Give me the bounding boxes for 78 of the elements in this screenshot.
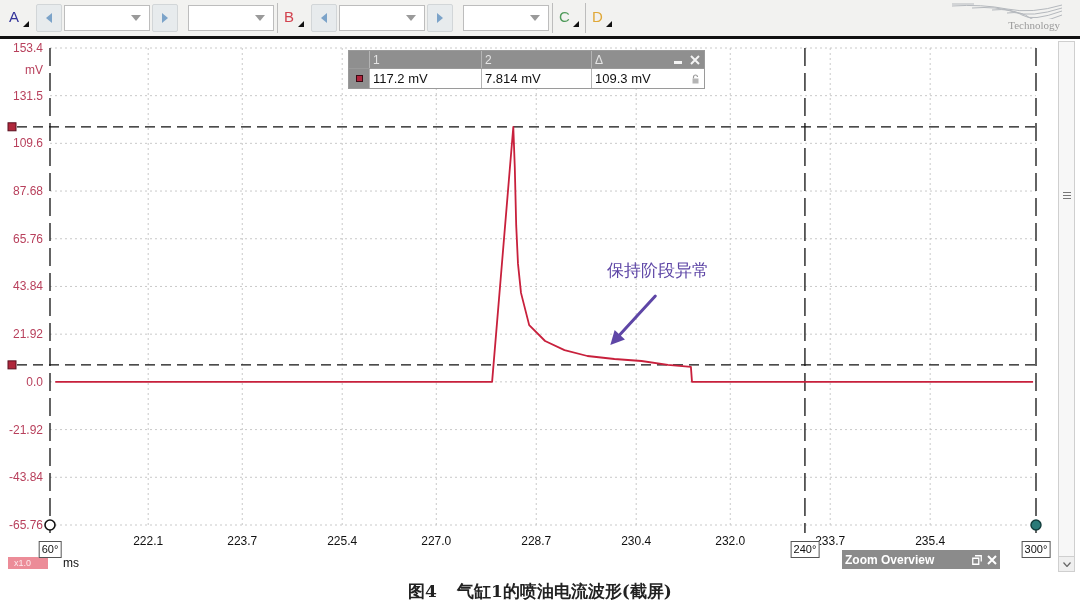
x-axis-label: 227.0 <box>421 534 452 548</box>
y-axis-label: 87.68 <box>11 184 43 199</box>
dropdown[interactable] <box>188 5 274 31</box>
annotation-arrow <box>610 294 657 346</box>
table-cell: 117.2 mV <box>373 70 428 87</box>
caret-icon <box>406 15 416 21</box>
ruler-angle-label: 60° <box>38 541 62 558</box>
ruler-line[interactable] <box>1035 47 1037 534</box>
figure-caption: 气缸1的喷油电流波形(截屏) <box>456 579 672 602</box>
zoom-factor-label: x1.0 <box>8 557 48 569</box>
previous-button[interactable] <box>36 4 62 32</box>
ruler-line[interactable] <box>804 47 806 534</box>
ruler-handle-icon[interactable] <box>1030 519 1042 531</box>
table-header: 2 <box>485 52 492 67</box>
y-axis-label: -21.92 <box>7 422 43 437</box>
wave-lines-icon <box>952 3 1062 19</box>
y-axis-unit: mV <box>24 63 43 77</box>
x-axis-label: 228.7 <box>521 534 552 548</box>
y-axis-label: 109.6 <box>11 136 43 151</box>
next-button[interactable] <box>427 4 453 32</box>
zoom-overview-bar[interactable]: Zoom Overview <box>842 550 1000 569</box>
caret-icon <box>573 21 579 27</box>
y-axis-label: 65.76 <box>11 231 43 246</box>
table-cell: 109.3 mV <box>595 70 651 87</box>
table-header: 1 <box>373 52 380 67</box>
y-axis-label: 21.92 <box>11 327 43 342</box>
dropdown[interactable] <box>463 5 549 31</box>
y-axis-label: 0.0 <box>25 374 43 389</box>
y-axis-label: -65.76 <box>7 518 43 532</box>
figure-label: 图4 <box>408 579 437 602</box>
dropdown[interactable] <box>64 5 150 31</box>
caret-icon <box>255 15 265 21</box>
channel-button[interactable]: B <box>281 4 307 32</box>
y-axis-label: 131.5 <box>11 88 43 103</box>
dropdown[interactable] <box>339 5 425 31</box>
triangle-left-icon <box>46 13 52 23</box>
ruler-marker-icon[interactable] <box>7 360 17 370</box>
caret-icon <box>606 21 612 27</box>
triangle-left-icon <box>321 13 327 23</box>
close-icon[interactable] <box>690 54 700 65</box>
ruler-angle-label: 300° <box>1021 541 1051 558</box>
x-axis-label: 235.4 <box>915 534 946 548</box>
caret-icon <box>131 15 141 21</box>
y-axis-label: -43.84 <box>7 470 43 485</box>
next-button[interactable] <box>152 4 178 32</box>
x-axis-label: 222.1 <box>133 534 164 548</box>
caret-icon <box>23 21 29 27</box>
x-axis-label: 223.7 <box>227 534 258 548</box>
grip-icon <box>1062 192 1071 199</box>
ruler-line[interactable] <box>16 126 1037 128</box>
y-axis-label: 153.4 <box>11 41 43 55</box>
table-header: Δ <box>595 52 603 67</box>
logo-text: Technology <box>1008 19 1060 32</box>
scrollbar[interactable] <box>1058 41 1075 572</box>
ruler-marker-icon[interactable] <box>7 122 17 132</box>
triangle-right-icon <box>437 13 443 23</box>
channel-button[interactable]: D <box>589 4 615 32</box>
restore-icon[interactable] <box>972 554 982 565</box>
x-axis-label: 225.4 <box>327 534 358 548</box>
ruler-angle-label: 240° <box>790 541 820 558</box>
scroll-down-button[interactable] <box>1059 556 1074 571</box>
channel-button[interactable]: A <box>6 4 32 32</box>
y-axis-label: 43.84 <box>11 279 43 294</box>
x-axis-unit: ms <box>63 556 79 570</box>
ruler-line[interactable] <box>16 364 1037 366</box>
table-cell: 7.814 mV <box>485 70 541 87</box>
annotation-text: 保持阶段异常 <box>607 260 710 283</box>
channel-button[interactable]: C <box>556 4 582 32</box>
x-axis-label: 230.4 <box>621 534 652 548</box>
x-axis-label: 232.0 <box>715 534 746 548</box>
zoom-overview-title: Zoom Overview <box>845 552 935 567</box>
caret-icon <box>298 21 304 27</box>
ruler-line[interactable] <box>49 47 51 534</box>
triangle-right-icon <box>162 13 168 23</box>
previous-button[interactable] <box>311 4 337 32</box>
ruler-handle-icon[interactable] <box>44 519 56 531</box>
lock-icon[interactable] <box>692 73 699 84</box>
caret-icon <box>530 15 540 21</box>
